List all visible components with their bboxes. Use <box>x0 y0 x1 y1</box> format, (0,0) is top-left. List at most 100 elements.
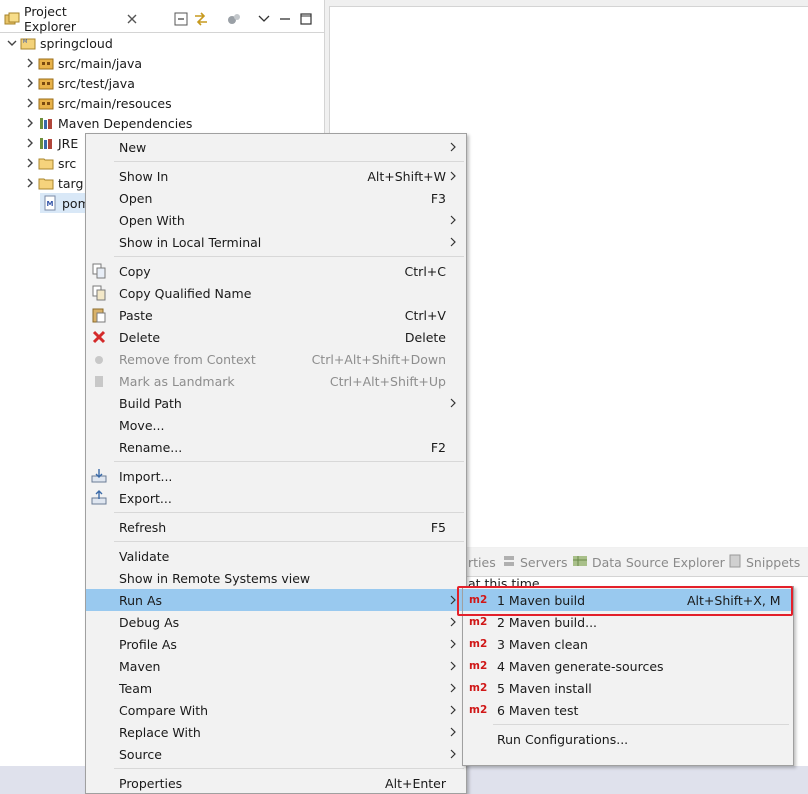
menu-item-import[interactable]: Import... <box>86 465 466 487</box>
menu-item-label: Team <box>119 680 153 696</box>
paste-icon <box>91 307 107 323</box>
menu-separator <box>114 256 464 257</box>
chevron-right-icon <box>449 699 457 721</box>
chevron-right-icon[interactable] <box>22 55 38 71</box>
tree-item-maven-dependencies[interactable]: Maven Dependencies <box>0 113 324 133</box>
link-with-editor-icon[interactable] <box>193 11 209 27</box>
chevron-right-icon[interactable] <box>22 75 38 91</box>
chevron-right-icon <box>449 136 457 158</box>
tab-data-source-explorer[interactable]: Data Source Explorer <box>572 548 725 576</box>
submenu-item-label: 4 Maven generate-sources <box>497 658 664 674</box>
menu-item-copy-qualified-name[interactable]: Copy Qualified Name <box>86 282 466 304</box>
tab-label: Servers <box>520 554 568 570</box>
delete-icon <box>91 329 107 345</box>
tab-label: rties <box>468 554 496 570</box>
tree-item-springcloud[interactable]: M springcloud <box>0 33 324 53</box>
minimize-icon[interactable] <box>277 11 293 27</box>
project-explorer-tab[interactable]: Project Explorer <box>0 4 140 34</box>
menu-item-label: Compare With <box>119 702 209 718</box>
menu-item-profile-as[interactable]: Profile As <box>86 633 466 655</box>
menu-item-label: Open <box>119 190 153 206</box>
servers-icon <box>502 554 516 571</box>
menu-item-move[interactable]: Move... <box>86 414 466 436</box>
menu-item-label: Refresh <box>119 519 167 535</box>
tree-item-label: JRE <box>58 135 79 151</box>
tree-item-src-main-resouces[interactable]: src/main/resouces <box>0 93 324 113</box>
menu-item-label: Show in Remote Systems view <box>119 570 311 586</box>
menu-item-copy[interactable]: Copy Ctrl+C <box>86 260 466 282</box>
menu-item-run-as[interactable]: Run As <box>86 589 466 611</box>
menu-separator <box>114 768 464 769</box>
chevron-right-icon <box>449 165 457 187</box>
submenu-item-maven-clean[interactable]: m2 3 Maven clean <box>463 633 793 655</box>
chevron-right-icon[interactable] <box>22 115 38 131</box>
chevron-right-icon <box>449 209 457 231</box>
menu-item-compare-with[interactable]: Compare With <box>86 699 466 721</box>
menu-item-label: Debug As <box>119 614 180 630</box>
menu-item-replace-with[interactable]: Replace With <box>86 721 466 743</box>
menu-item-show-in-remote-systems-view[interactable]: Show in Remote Systems view <box>86 567 466 589</box>
menu-item-paste[interactable]: Paste Ctrl+V <box>86 304 466 326</box>
library-icon <box>38 135 54 151</box>
menu-item-build-path[interactable]: Build Path <box>86 392 466 414</box>
chevron-down-icon[interactable] <box>4 35 20 51</box>
menu-item-properties[interactable]: Properties Alt+Enter <box>86 772 466 794</box>
menu-item-validate[interactable]: Validate <box>86 545 466 567</box>
menu-item-label: Show In <box>119 168 169 184</box>
menu-item-export[interactable]: Export... <box>86 487 466 509</box>
menu-separator <box>114 512 464 513</box>
view-menu-chevron-down-icon[interactable] <box>256 11 272 27</box>
menu-item-open-with[interactable]: Open With <box>86 209 466 231</box>
collapse-all-icon[interactable] <box>173 11 189 27</box>
menu-item-rename[interactable]: Rename... F2 <box>86 436 466 458</box>
submenu-item-maven-generate-sources[interactable]: m2 4 Maven generate-sources <box>463 655 793 677</box>
menu-item-show-in-local-terminal[interactable]: Show in Local Terminal <box>86 231 466 253</box>
submenu-item-maven-test[interactable]: m2 6 Maven test <box>463 699 793 721</box>
menu-item-remove-from-context: Remove from Context Ctrl+Alt+Shift+Down <box>86 348 466 370</box>
tab-servers[interactable]: Servers <box>502 548 568 576</box>
tab-properties[interactable]: rties <box>468 548 496 576</box>
chevron-right-icon[interactable] <box>22 155 38 171</box>
menu-item-open[interactable]: Open F3 <box>86 187 466 209</box>
menu-item-label: Rename... <box>119 439 183 455</box>
menu-item-label: Copy Qualified Name <box>119 285 252 301</box>
menu-item-label: Remove from Context <box>119 351 256 367</box>
maven-m2-icon: m2 <box>469 682 488 694</box>
chevron-right-icon[interactable] <box>22 95 38 111</box>
focus-on-active-task-icon[interactable] <box>226 11 242 27</box>
menu-item-source[interactable]: Source <box>86 743 466 765</box>
submenu-item-label: 2 Maven build... <box>497 614 598 630</box>
menu-item-label: Replace With <box>119 724 201 740</box>
menu-item-debug-as[interactable]: Debug As <box>86 611 466 633</box>
menu-item-new[interactable]: New <box>86 136 466 158</box>
tree-item-src-main-java[interactable]: src/main/java <box>0 53 324 73</box>
submenu-item-maven-install[interactable]: m2 5 Maven install <box>463 677 793 699</box>
submenu-item-label: 3 Maven clean <box>497 636 588 652</box>
tree-item-pom[interactable]: M pom <box>40 193 90 213</box>
maximize-icon[interactable] <box>298 11 314 27</box>
tab-snippets[interactable]: Snippets <box>728 548 800 576</box>
chevron-right-icon[interactable] <box>22 175 38 191</box>
menu-item-label: Import... <box>119 468 173 484</box>
menu-item-team[interactable]: Team <box>86 677 466 699</box>
menu-item-mark-as-landmark: Mark as Landmark Ctrl+Alt+Shift+Up <box>86 370 466 392</box>
source-folder-icon <box>38 95 54 111</box>
menu-item-shortcut: Ctrl+V <box>404 307 446 323</box>
menu-item-delete[interactable]: Delete Delete <box>86 326 466 348</box>
close-icon[interactable] <box>125 11 140 27</box>
menu-separator <box>493 724 789 725</box>
menu-separator <box>114 541 464 542</box>
menu-item-show-in[interactable]: Show In Alt+Shift+W <box>86 165 466 187</box>
context-menu: New Show In Alt+Shift+W Open F3 Open Wit… <box>85 133 467 794</box>
chevron-right-icon <box>449 589 457 611</box>
chevron-right-icon[interactable] <box>22 135 38 151</box>
submenu-item-run-configurations[interactable]: Run Configurations... <box>463 728 793 750</box>
tree-item-label: src/test/java <box>58 75 135 91</box>
menu-item-shortcut: Ctrl+Alt+Shift+Down <box>311 351 446 367</box>
project-explorer-icon <box>4 11 20 27</box>
menu-item-shortcut: Delete <box>404 329 446 345</box>
menu-item-maven[interactable]: Maven <box>86 655 466 677</box>
tree-item-src-test-java[interactable]: src/test/java <box>0 73 324 93</box>
menu-item-refresh[interactable]: Refresh F5 <box>86 516 466 538</box>
library-icon <box>38 115 54 131</box>
